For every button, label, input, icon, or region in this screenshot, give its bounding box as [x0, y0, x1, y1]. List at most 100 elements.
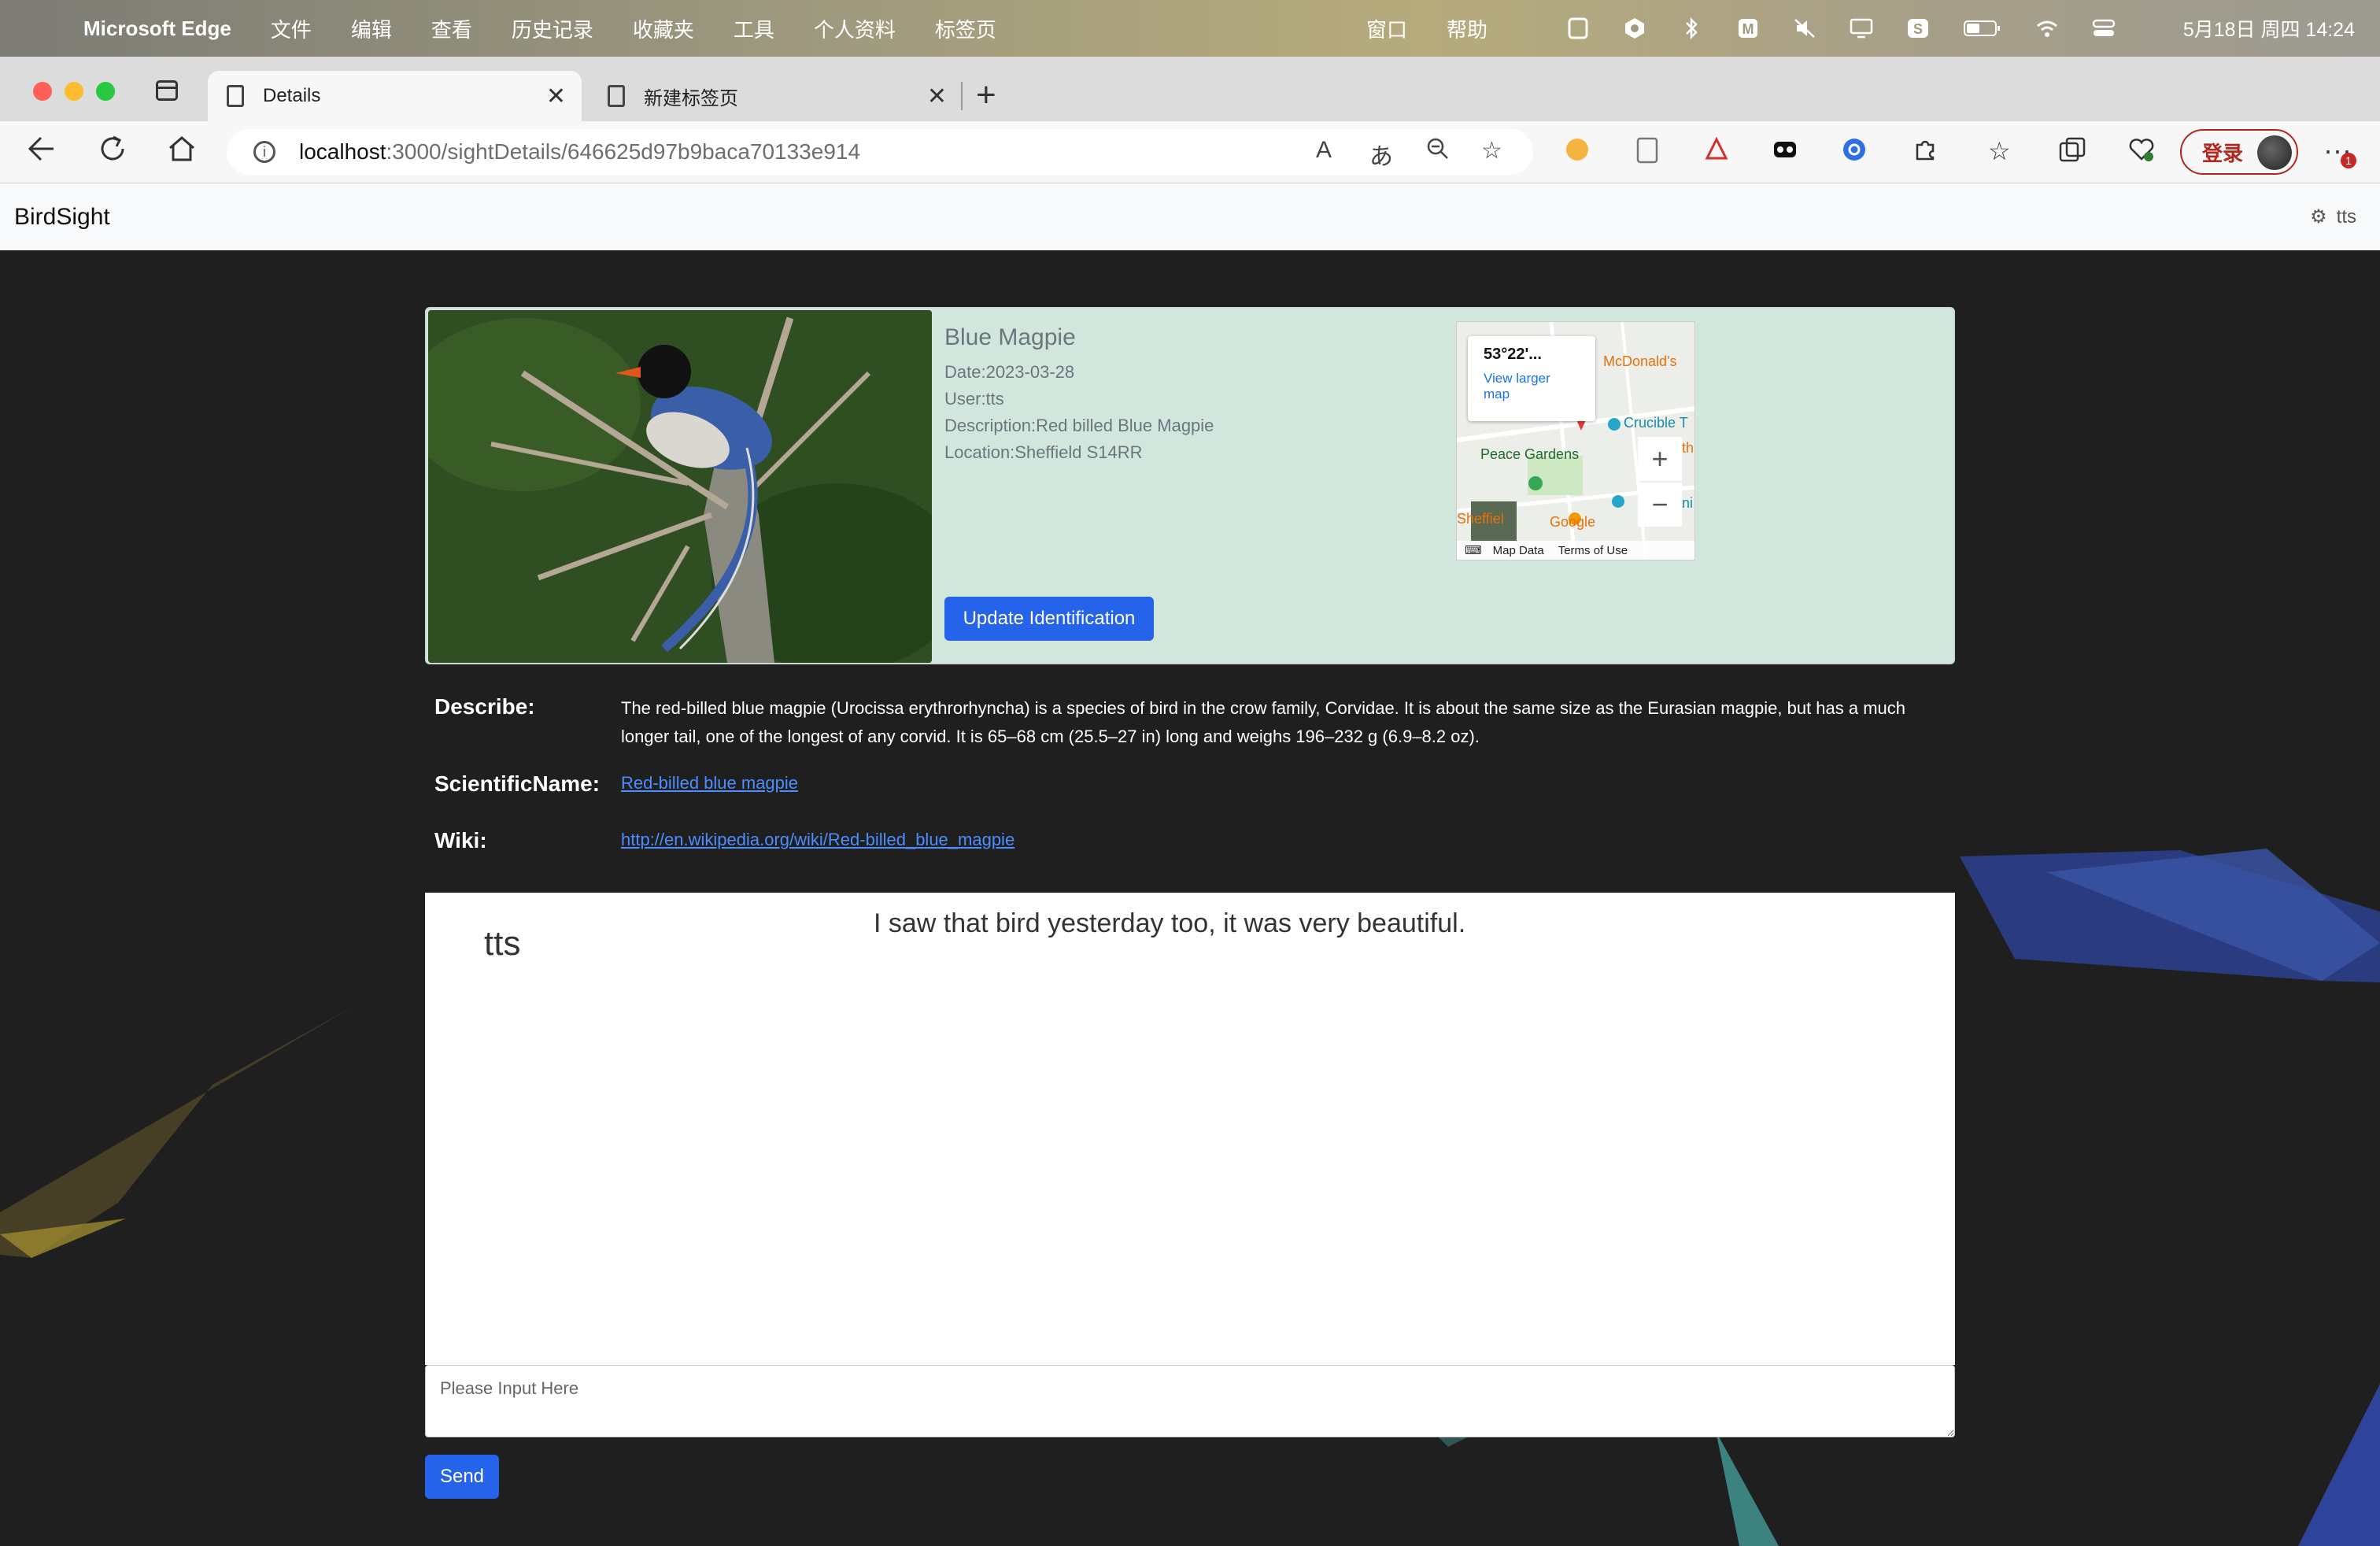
menu-view[interactable]: 查看 [431, 14, 472, 43]
page-icon [227, 85, 244, 107]
scientific-name-link[interactable]: Red-billed blue magpie [621, 773, 798, 793]
close-tab-icon[interactable]: ✕ [546, 83, 566, 110]
menu-help[interactable]: 帮助 [1447, 14, 1488, 43]
site-navbar: BirdSight ⚙ tts [0, 183, 2380, 250]
map-label-crucible: Crucible T [1624, 415, 1688, 431]
app-m-status-icon[interactable]: M [1736, 17, 1760, 40]
new-tab-page-icon [608, 85, 625, 107]
add-favorite-star-icon[interactable]: ☆ [1481, 137, 1502, 165]
read-aloud-icon[interactable]: A [1316, 137, 1332, 164]
notification-badge: 1 [2341, 153, 2356, 168]
extension-red-icon[interactable] [1705, 136, 1728, 166]
wiki-label: Wiki: [434, 828, 487, 853]
map-label-sheffield: Sheffiel [1457, 511, 1504, 527]
tab-title: 新建标签页 [644, 87, 738, 109]
svg-text:M: M [1743, 21, 1754, 37]
user-settings-icon: ⚙ [2310, 206, 2327, 227]
tab-details[interactable]: Details ✕ [208, 71, 582, 121]
mute-icon[interactable] [1793, 17, 1816, 40]
bird-photo [428, 310, 932, 663]
scientific-name-label: ScientificName: [434, 771, 601, 796]
url-host: localhost [299, 139, 386, 164]
describe-label: Describe: [434, 694, 535, 719]
keyboard-icon[interactable]: ⌨ [1465, 543, 1482, 557]
brand-link[interactable]: BirdSight [14, 204, 110, 231]
extension-orange-icon[interactable] [1565, 137, 1590, 168]
login-label: 登录 [2202, 141, 2244, 165]
terms-of-use-link[interactable]: Terms of Use [1558, 544, 1628, 557]
close-window-button[interactable] [33, 82, 52, 101]
apple-logo-icon[interactable] [30, 15, 54, 42]
chat-input[interactable] [425, 1365, 1955, 1437]
map-label-mcdonalds: McDonald's [1603, 353, 1677, 369]
zoom-window-button[interactable] [96, 82, 115, 101]
zoom-out-icon[interactable] [1426, 137, 1450, 167]
close-tab-icon[interactable]: ✕ [927, 83, 947, 110]
back-arrow-icon[interactable] [27, 134, 57, 169]
nav-user[interactable]: ⚙ tts [2310, 183, 2356, 250]
view-larger-map-link[interactable]: View larger map [1484, 371, 1570, 402]
tab-actions-icon[interactable] [156, 80, 178, 101]
status-icons: M S [1566, 0, 2149, 57]
menu-edit[interactable]: 编辑 [351, 14, 392, 43]
extensions-puzzle-icon[interactable] [1913, 137, 1938, 168]
minimize-window-button[interactable] [65, 82, 83, 101]
menu-clock[interactable]: 5月18日 周四 14:24 [2183, 0, 2355, 57]
wifi-icon[interactable] [2035, 17, 2059, 40]
macos-menu-bar: Microsoft Edge 文件 编辑 查看 历史记录 收藏夹 工具 个人资料… [0, 0, 2380, 57]
menu-tools[interactable]: 工具 [734, 14, 774, 43]
chat-message-username: tts [484, 924, 521, 963]
menu-window[interactable]: 窗口 [1366, 14, 1407, 43]
wiki-link[interactable]: http://en.wikipedia.org/wiki/Red-billed_… [621, 830, 1014, 850]
map-label-peace-gardens: Peace Gardens [1480, 446, 1580, 462]
app-s-status-icon[interactable]: S [1906, 17, 1930, 40]
battery-icon[interactable] [1963, 17, 2002, 40]
sighting-date: Date:2023-03-28 [944, 362, 1075, 382]
shield-status-icon[interactable] [1623, 17, 1646, 40]
extension-mask-icon[interactable] [1772, 137, 1798, 166]
map-zoom-out-button[interactable]: − [1638, 483, 1682, 527]
bird-title: Blue Magpie [944, 324, 1076, 350]
extension-blue-icon[interactable] [1842, 137, 1867, 168]
address-bar[interactable]: i localhost:3000/sightDetails/646625d97b… [227, 129, 1533, 175]
sighting-card: Blue Magpie Date:2023-03-28 User:tts Des… [425, 307, 1955, 664]
refresh-icon[interactable] [98, 134, 128, 169]
menu-right-group: 窗口 帮助 [1366, 0, 1527, 57]
notes-status-icon[interactable] [1566, 17, 1590, 40]
blue-magpie-illustration [428, 310, 932, 663]
sighting-user: User:tts [944, 389, 1004, 409]
map-label-edge-ni: ni [1682, 495, 1694, 511]
control-center-icon[interactable] [2092, 17, 2116, 40]
map-coordinates: 53°22'... [1484, 346, 1542, 363]
location-map[interactable]: 53°22'... View larger map McDonald's Cru… [1456, 321, 1695, 560]
menu-profile[interactable]: 个人资料 [814, 14, 896, 43]
update-identification-button[interactable]: Update Identification [944, 597, 1154, 641]
sighting-location: Location:Sheffield S14RR [944, 442, 1143, 462]
site-info-icon[interactable]: i [253, 141, 275, 163]
favorites-icon[interactable]: ☆ [1988, 137, 2011, 165]
menu-file[interactable]: 文件 [271, 14, 312, 43]
url-path: :3000/sightDetails/646625d97b9baca70133e… [386, 139, 861, 164]
collections-icon[interactable] [2059, 137, 2086, 168]
home-icon[interactable] [167, 134, 197, 169]
tab-new-tab[interactable]: 新建标签页 ✕ [589, 71, 963, 121]
translate-icon[interactable]: あ [1369, 137, 1393, 172]
display-icon[interactable] [1850, 17, 1873, 40]
menu-app-name[interactable]: Microsoft Edge [83, 17, 231, 41]
chat-box[interactable]: tts I saw that bird yesterday too, it wa… [425, 893, 1955, 1365]
new-tab-plus-icon[interactable]: + [976, 76, 996, 115]
profile-avatar [2257, 135, 2292, 170]
bluetooth-icon[interactable] [1680, 17, 1703, 40]
menu-history[interactable]: 历史记录 [512, 14, 593, 43]
map-zoom-in-button[interactable]: + [1638, 437, 1682, 481]
browser-essentials-icon[interactable] [2128, 137, 2155, 168]
nav-username: tts [2336, 205, 2356, 227]
send-button[interactable]: Send [425, 1455, 499, 1499]
extension-doc-icon[interactable] [1635, 137, 1659, 169]
map-google-logo: Google [1550, 514, 1596, 530]
login-button[interactable]: 登录 [2180, 129, 2298, 175]
map-data-link[interactable]: Map Data [1493, 544, 1544, 557]
map-info-popup: 53°22'... View larger map [1468, 336, 1595, 421]
menu-tabs[interactable]: 标签页 [935, 14, 996, 43]
menu-favorites[interactable]: 收藏夹 [633, 14, 694, 43]
